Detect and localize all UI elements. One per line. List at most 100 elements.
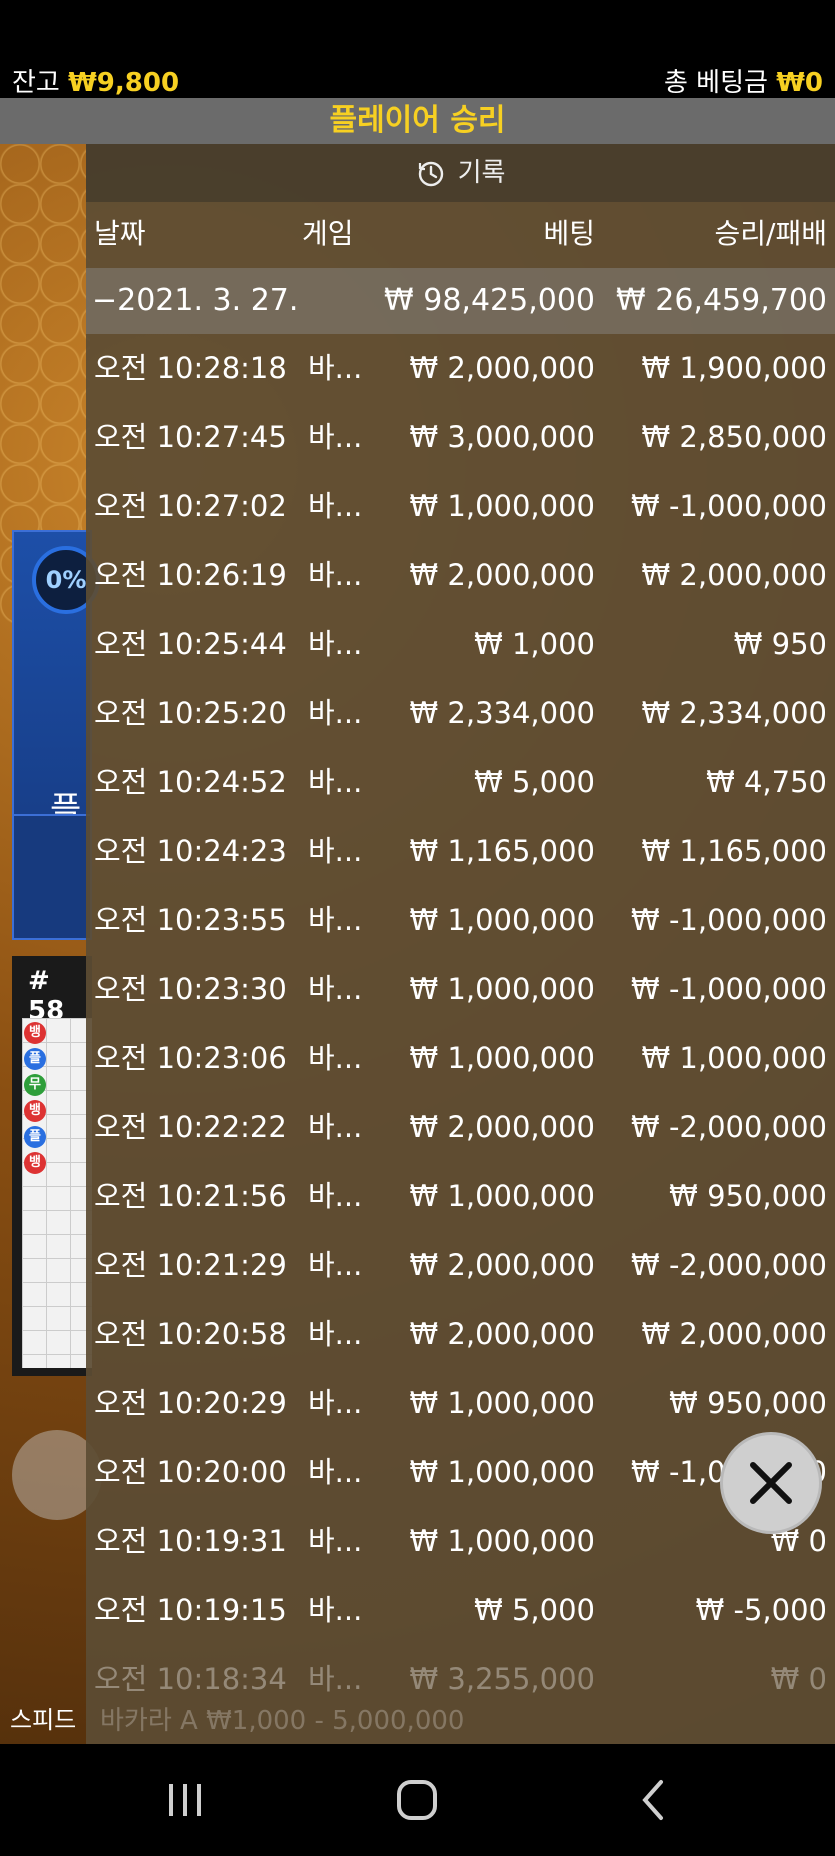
road-dot: 플 — [24, 1126, 46, 1148]
row-game: 바... — [308, 1593, 363, 1627]
history-row[interactable]: 오전 10:25:20 바... ₩ 2,334,000 ₩ 2,334,000 — [86, 679, 835, 748]
history-row[interactable]: 오전 10:27:45 바... ₩ 3,000,000 ₩ 2,850,000 — [86, 403, 835, 472]
history-title: 기록 — [86, 144, 835, 202]
row-game: 바... — [308, 489, 363, 523]
table-name-label: 스피드 — [10, 1706, 77, 1734]
day-bet-total: ₩ 98,425,000 — [384, 283, 595, 318]
row-bet: ₩ 2,000,000 — [409, 1317, 595, 1351]
row-bet: ₩ 1,000,000 — [409, 1455, 595, 1489]
row-bet: ₩ 1,000,000 — [409, 1179, 595, 1213]
row-time: 오전 10:19:31 — [94, 1524, 287, 1558]
home-icon — [397, 1780, 437, 1820]
row-time: 오전 10:20:58 — [94, 1317, 287, 1351]
day-win-loss-total: ₩ 26,459,700 — [616, 283, 827, 318]
history-row[interactable]: 오전 10:23:55 바... ₩ 1,000,000 ₩ -1,000,000 — [86, 886, 835, 955]
history-row[interactable]: 오전 10:20:29 바... ₩ 1,000,000 ₩ 950,000 — [86, 1369, 835, 1438]
row-time: 오전 10:26:19 — [94, 558, 287, 592]
row-game: 바... — [308, 1386, 363, 1420]
total-bet-label: 총 베팅금 — [664, 68, 768, 98]
close-icon — [750, 1462, 792, 1504]
road-dot: 뱅 — [24, 1152, 46, 1174]
history-row[interactable]: 오전 10:25:44 바... ₩ 1,000 ₩ 950 — [86, 610, 835, 679]
row-game: 바... — [308, 420, 363, 454]
row-time: 오전 10:20:29 — [94, 1386, 287, 1420]
row-win-loss: ₩ 2,000,000 — [641, 558, 827, 592]
road-dot: 뱅 — [24, 1100, 46, 1122]
column-date: 날짜 — [94, 217, 146, 250]
history-row[interactable]: 오전 10:20:58 바... ₩ 2,000,000 ₩ 2,000,000 — [86, 1300, 835, 1369]
row-win-loss: ₩ 1,165,000 — [641, 834, 827, 868]
row-win-loss: ₩ -2,000,000 — [631, 1248, 827, 1282]
navigation-bar — [0, 1744, 835, 1856]
column-bet: 베팅 — [543, 217, 595, 250]
row-win-loss: ₩ 0 — [770, 1662, 827, 1696]
day-summary-row[interactable]: −2021. 3. 27. ₩ 98,425,000 ₩ 26,459,700 — [86, 268, 835, 334]
history-title-text: 기록 — [457, 158, 506, 188]
row-game: 바... — [308, 558, 363, 592]
history-row[interactable]: 오전 10:21:29 바... ₩ 2,000,000 ₩ -2,000,000 — [86, 1231, 835, 1300]
back-icon — [642, 1780, 663, 1820]
history-column-headers: 날짜 게임 베팅 승리/패배 — [86, 202, 835, 266]
recent-apps-icon — [169, 1784, 201, 1816]
row-win-loss: ₩ -5,000 — [695, 1593, 827, 1627]
road-dot: 플 — [24, 1048, 46, 1070]
history-row[interactable]: 오전 10:22:22 바... ₩ 2,000,000 ₩ -2,000,000 — [86, 1093, 835, 1162]
row-game: 바... — [308, 1455, 363, 1489]
history-row[interactable]: 오전 10:27:02 바... ₩ 1,000,000 ₩ -1,000,000 — [86, 472, 835, 541]
row-game: 바... — [308, 834, 363, 868]
row-bet: ₩ 2,000,000 — [409, 558, 595, 592]
row-time: 오전 10:23:06 — [94, 1041, 287, 1075]
row-bet: ₩ 1,000,000 — [409, 1386, 595, 1420]
row-game: 바... — [308, 1179, 363, 1213]
row-win-loss: ₩ 1,900,000 — [641, 351, 827, 385]
row-bet: ₩ 1,000,000 — [409, 972, 595, 1006]
history-clock-icon — [418, 161, 443, 186]
history-row[interactable]: 오전 10:28:18 바... ₩ 2,000,000 ₩ 1,900,000 — [86, 334, 835, 403]
row-game: 바... — [308, 765, 363, 799]
row-time: 오전 10:27:45 — [94, 420, 287, 454]
row-time: 오전 10:24:23 — [94, 834, 287, 868]
player-pair-spot[interactable] — [12, 814, 92, 940]
history-row[interactable]: 오전 10:24:52 바... ₩ 5,000 ₩ 4,750 — [86, 748, 835, 817]
balance-value: ₩9,800 — [68, 68, 180, 98]
history-row[interactable]: 오전 10:19:15 바... ₩ 5,000 ₩ -5,000 — [86, 1576, 835, 1645]
row-game: 바... — [308, 696, 363, 730]
road-dot: 무 — [24, 1074, 46, 1096]
player-bet-spot[interactable]: 0% 플 — [12, 530, 100, 848]
road-grid — [22, 1018, 92, 1368]
row-win-loss: ₩ 4,750 — [706, 765, 827, 799]
close-button[interactable] — [720, 1432, 822, 1534]
row-game: 바... — [308, 903, 363, 937]
home-button[interactable] — [362, 1768, 472, 1832]
balance-label: 잔고 — [12, 68, 60, 98]
road-number: # 58 — [28, 966, 65, 1026]
row-time: 오전 10:28:18 — [94, 351, 287, 385]
row-game: 바... — [308, 972, 363, 1006]
row-game: 바... — [308, 627, 363, 661]
row-win-loss: ₩ 2,334,000 — [641, 696, 827, 730]
row-win-loss: ₩ -1,000,000 — [631, 903, 827, 937]
back-button[interactable] — [598, 1768, 708, 1832]
row-time: 오전 10:19:15 — [94, 1593, 287, 1627]
row-time: 오전 10:22:22 — [94, 1110, 287, 1144]
row-win-loss: ₩ 2,850,000 — [641, 420, 827, 454]
row-game: 바... — [308, 1317, 363, 1351]
history-row[interactable]: 오전 10:21:56 바... ₩ 1,000,000 ₩ 950,000 — [86, 1162, 835, 1231]
road-dot: 뱅 — [24, 1022, 46, 1044]
history-row[interactable]: 오전 10:26:19 바... ₩ 2,000,000 ₩ 2,000,000 — [86, 541, 835, 610]
history-row[interactable]: 오전 10:23:06 바... ₩ 1,000,000 ₩ 1,000,000 — [86, 1024, 835, 1093]
row-game: 바... — [308, 1524, 363, 1558]
history-row[interactable]: 오전 10:24:23 바... ₩ 1,165,000 ₩ 1,165,000 — [86, 817, 835, 886]
row-bet: ₩ 1,000,000 — [409, 1041, 595, 1075]
row-game: 바... — [308, 1248, 363, 1282]
table-limits-label: 바카라 A ₩1,000 - 5,000,000 — [100, 1706, 465, 1736]
history-row[interactable]: 오전 10:23:30 바... ₩ 1,000,000 ₩ -1,000,000 — [86, 955, 835, 1024]
row-bet: ₩ 2,000,000 — [409, 1110, 595, 1144]
row-bet: ₩ 1,000 — [474, 627, 595, 661]
column-game: 게임 — [302, 217, 354, 250]
scoreboard-road: # 58 뱅 플 무 뱅 플 뱅 — [12, 956, 92, 1376]
total-bet-value: ₩0 — [776, 68, 823, 98]
recent-apps-button[interactable] — [130, 1768, 240, 1832]
row-win-loss: ₩ -1,000,000 — [631, 972, 827, 1006]
row-bet: ₩ 5,000 — [474, 1593, 595, 1627]
